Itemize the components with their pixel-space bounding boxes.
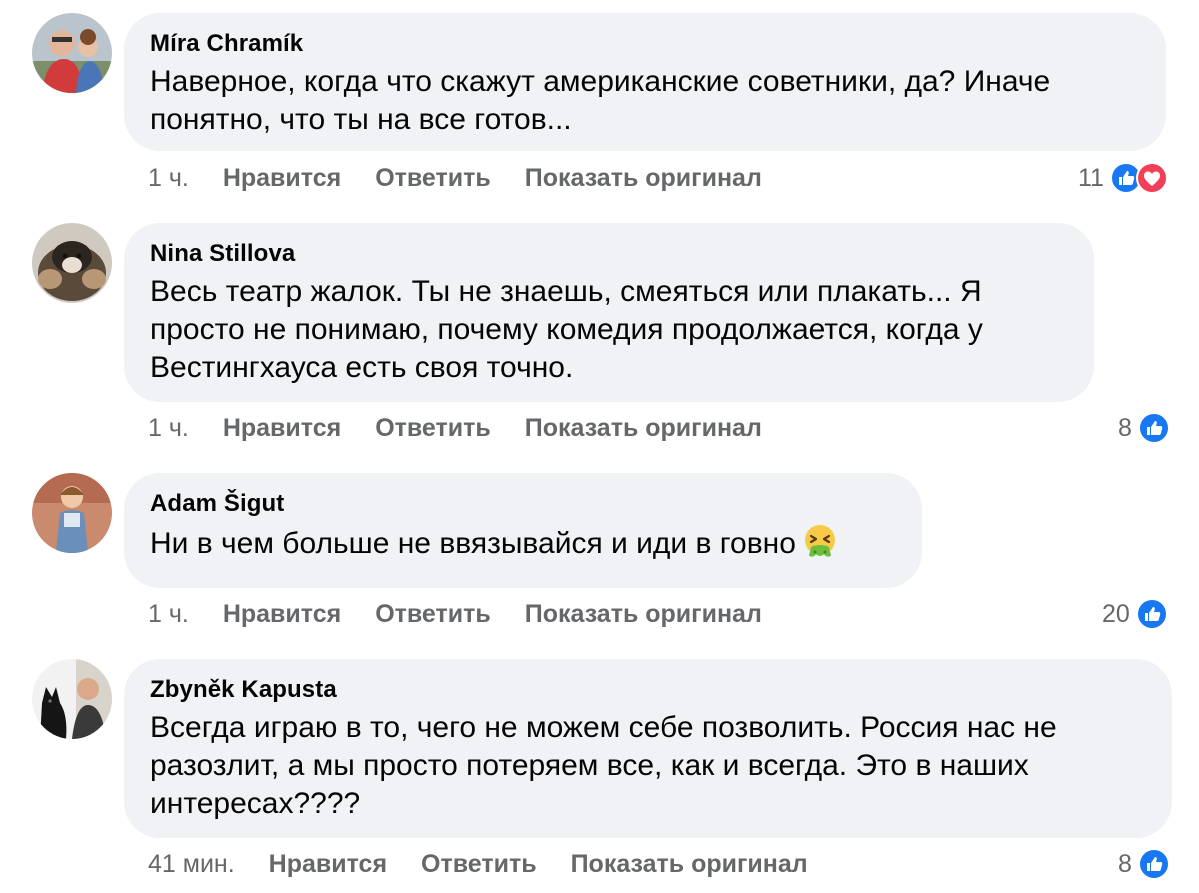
like-button[interactable]: Нравится xyxy=(269,850,387,879)
reaction-count: 8 xyxy=(1118,849,1132,878)
comment-timestamp[interactable]: 1 ч. xyxy=(148,600,189,629)
comment-author[interactable]: Nina Stillova xyxy=(150,239,1068,269)
comment-text-line: Всегда играю в то, чего не можем себе по… xyxy=(150,711,1057,744)
reply-button[interactable]: Ответить xyxy=(375,164,491,193)
comment-text-line: понятно, что ты на все готов... xyxy=(150,103,572,136)
reply-button[interactable]: Ответить xyxy=(421,850,537,879)
love-icon xyxy=(1135,162,1168,194)
show-original-button[interactable]: Показать оригинал xyxy=(525,414,762,443)
comment-timestamp[interactable]: 1 ч. xyxy=(148,164,189,193)
like-button[interactable]: Нравится xyxy=(223,164,341,193)
comment-list: Míra Chramík Наверное, когда что скажут … xyxy=(0,0,1199,893)
like-button[interactable]: Нравится xyxy=(223,600,341,629)
comment-actions: 41 мин. Нравится Ответить Показать ориги… xyxy=(148,849,808,879)
comment-text-line: Ни в чем больше не ввязывайся и иди в го… xyxy=(150,527,796,560)
show-original-button[interactable]: Показать оригинал xyxy=(525,600,762,629)
like-icon xyxy=(1135,598,1168,630)
reaction-count: 20 xyxy=(1102,599,1130,628)
reaction-count: 8 xyxy=(1118,413,1132,442)
reaction-summary[interactable]: 8 xyxy=(1118,846,1170,882)
comment-text-line: Весь театр жалок. Ты не знаешь, смеяться… xyxy=(150,275,982,308)
reaction-count: 11 xyxy=(1078,163,1104,192)
show-original-button[interactable]: Показать оригинал xyxy=(571,850,808,879)
comment-author[interactable]: Adam Šigut xyxy=(150,489,896,519)
comment-bubble: Adam Šigut Ни в чем больше не ввязывайся… xyxy=(124,473,922,588)
avatar[interactable] xyxy=(32,473,112,553)
reply-button[interactable]: Ответить xyxy=(375,414,491,443)
reaction-summary[interactable]: 11 xyxy=(1078,160,1168,196)
like-icon xyxy=(1137,848,1170,880)
reaction-summary[interactable]: 20 xyxy=(1102,596,1168,632)
reply-button[interactable]: Ответить xyxy=(375,600,491,629)
like-button[interactable]: Нравится xyxy=(223,414,341,443)
comment-author[interactable]: Míra Chramík xyxy=(150,29,1140,59)
comment-text-line: Наверное, когда что скажут американские … xyxy=(150,65,1051,98)
comment-timestamp[interactable]: 1 ч. xyxy=(148,414,189,443)
avatar[interactable] xyxy=(32,223,112,303)
comment-actions: 1 ч. Нравится Ответить Показать оригинал xyxy=(148,163,762,193)
comment-text: Наверное, когда что скажут американские … xyxy=(150,63,1140,139)
comment-text-line: разозлит, а мы просто потеряем все, как … xyxy=(150,749,1029,782)
comment-text: Ни в чем больше не ввязывайся и иди в го… xyxy=(150,523,896,569)
comment-text: Всегда играю в то, чего не можем себе по… xyxy=(150,709,1146,823)
comment-actions: 1 ч. Нравится Ответить Показать оригинал xyxy=(148,413,762,443)
avatar[interactable] xyxy=(32,659,112,739)
comment-text: Весь театр жалок. Ты не знаешь, смеяться… xyxy=(150,273,1068,387)
comment-text-line: интересах???? xyxy=(150,787,361,820)
comment-author[interactable]: Zbyněk Kapusta xyxy=(150,675,1146,705)
avatar[interactable] xyxy=(32,13,112,93)
comment-timestamp[interactable]: 41 мин. xyxy=(148,850,235,879)
like-icon xyxy=(1137,412,1170,444)
reaction-summary[interactable]: 8 xyxy=(1118,410,1170,446)
comment-actions: 1 ч. Нравится Ответить Показать оригинал xyxy=(148,599,762,629)
show-original-button[interactable]: Показать оригинал xyxy=(525,164,762,193)
comment-bubble: Míra Chramík Наверное, когда что скажут … xyxy=(124,13,1166,151)
comment-bubble: Zbyněk Kapusta Всегда играю в то, чего н… xyxy=(124,659,1172,838)
vomiting-face-emoji xyxy=(802,523,838,569)
comment-text-line: Вестингхауса есть своя точно. xyxy=(150,351,574,384)
comment-text-line: просто не понимаю, почему комедия продол… xyxy=(150,313,983,346)
comment-bubble: Nina Stillova Весь театр жалок. Ты не зн… xyxy=(124,223,1094,402)
